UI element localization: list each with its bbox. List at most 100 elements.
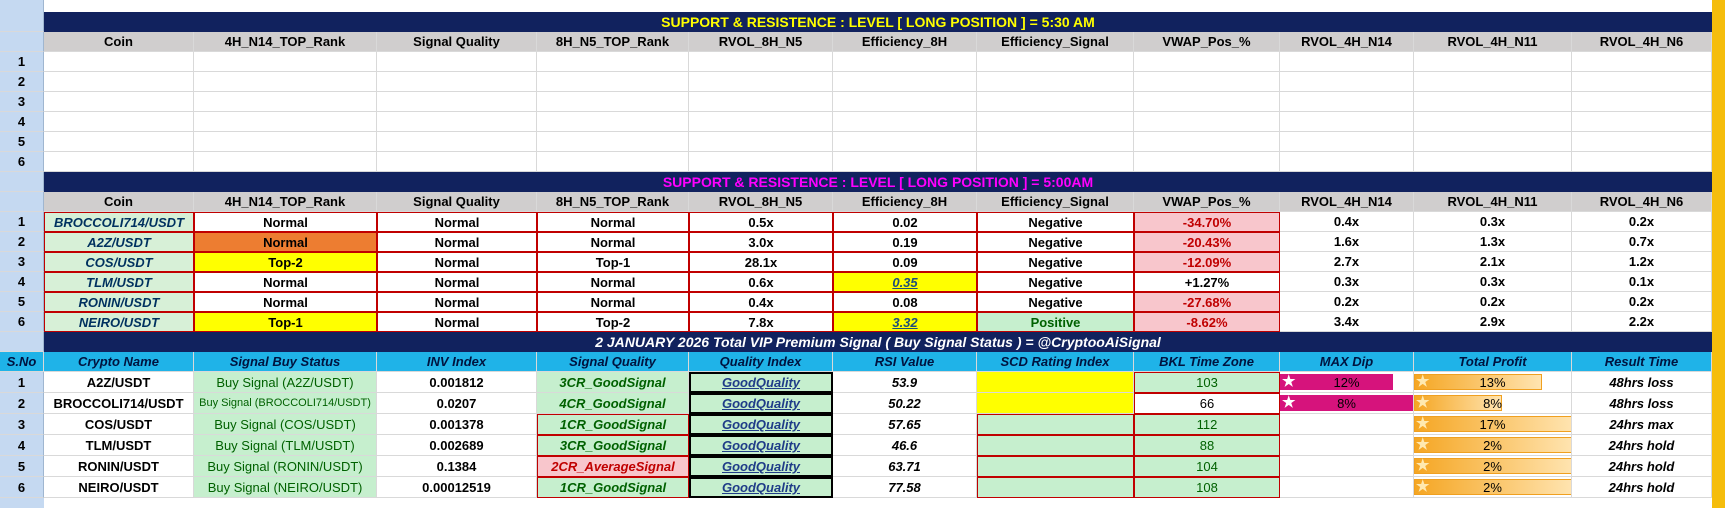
rank-8h-cell[interactable]: Normal bbox=[537, 212, 689, 232]
efficiency-8h-cell[interactable]: 3.32 bbox=[833, 312, 977, 332]
signal-header-bkl-time-zone[interactable]: BKL Time Zone bbox=[1134, 352, 1280, 372]
signal-buy-status[interactable]: Buy Signal (BROCCOLI714/USDT) bbox=[194, 393, 377, 414]
total-profit-cell[interactable]: ★ 2% bbox=[1414, 477, 1572, 498]
empty-cell[interactable] bbox=[689, 92, 833, 112]
empty-cell[interactable] bbox=[689, 72, 833, 92]
max-dip-cell[interactable] bbox=[1280, 477, 1414, 498]
empty-cell[interactable] bbox=[833, 152, 977, 172]
empty-cell[interactable] bbox=[1134, 92, 1280, 112]
empty-cell[interactable] bbox=[1134, 52, 1280, 72]
empty-cell[interactable] bbox=[44, 112, 194, 132]
efficiency-signal-cell[interactable]: Negative bbox=[977, 252, 1134, 272]
column-header-rvol-8h-n5[interactable]: RVOL_8H_N5 bbox=[689, 32, 833, 52]
rvol-4h-n11-cell[interactable]: 0.2x bbox=[1414, 292, 1572, 312]
empty-cell[interactable] bbox=[194, 92, 377, 112]
empty-cell[interactable] bbox=[977, 52, 1134, 72]
empty-cell[interactable] bbox=[1414, 72, 1572, 92]
column-header-8h-n5-top-rank[interactable]: 8H_N5_TOP_Rank bbox=[537, 32, 689, 52]
empty-cell[interactable] bbox=[1134, 132, 1280, 152]
column-header-vwap-pos-[interactable]: VWAP_Pos_% bbox=[1134, 192, 1280, 212]
empty-cell[interactable] bbox=[1414, 52, 1572, 72]
efficiency-signal-cell[interactable]: Negative bbox=[977, 292, 1134, 312]
empty-cell[interactable] bbox=[689, 52, 833, 72]
empty-cell[interactable] bbox=[1572, 152, 1712, 172]
vwap-pos-cell[interactable]: -20.43% bbox=[1134, 232, 1280, 252]
empty-cell[interactable] bbox=[537, 52, 689, 72]
rvol-4h-n11-cell[interactable]: 2.1x bbox=[1414, 252, 1572, 272]
efficiency-8h-cell[interactable]: 0.08 bbox=[833, 292, 977, 312]
empty-cell[interactable] bbox=[194, 112, 377, 132]
empty-cell[interactable] bbox=[833, 92, 977, 112]
rank-4h-cell[interactable]: Top-2 bbox=[194, 252, 377, 272]
vwap-pos-cell[interactable]: -34.70% bbox=[1134, 212, 1280, 232]
rvol-4h-n6-cell[interactable]: 0.2x bbox=[1572, 212, 1712, 232]
empty-cell[interactable] bbox=[377, 52, 537, 72]
inv-index[interactable]: 0.00012519 bbox=[377, 477, 537, 498]
empty-cell[interactable] bbox=[194, 52, 377, 72]
column-header-4h-n14-top-rank[interactable]: 4H_N14_TOP_Rank bbox=[194, 32, 377, 52]
column-header-8h-n5-top-rank[interactable]: 8H_N5_TOP_Rank bbox=[537, 192, 689, 212]
efficiency-signal-cell[interactable]: Negative bbox=[977, 232, 1134, 252]
inv-index[interactable]: 0.002689 bbox=[377, 435, 537, 456]
rvol-8h-cell[interactable]: 0.4x bbox=[689, 292, 833, 312]
efficiency-signal-cell[interactable]: Negative bbox=[977, 272, 1134, 292]
empty-cell[interactable] bbox=[1134, 72, 1280, 92]
signal-header-result-time[interactable]: Result Time bbox=[1572, 352, 1712, 372]
bkl-time-zone[interactable]: 66 bbox=[1134, 393, 1280, 414]
max-dip-cell[interactable]: ★ 8% bbox=[1280, 393, 1414, 414]
empty-cell[interactable] bbox=[537, 92, 689, 112]
efficiency-signal-cell[interactable]: Positive bbox=[977, 312, 1134, 332]
signal-header-quality-index[interactable]: Quality Index bbox=[689, 352, 833, 372]
rank-4h-cell[interactable]: Normal bbox=[194, 212, 377, 232]
max-dip-cell[interactable] bbox=[1280, 414, 1414, 435]
quality-index-link[interactable]: GoodQuality bbox=[689, 393, 833, 414]
signal-buy-status[interactable]: Buy Signal (TLM/USDT) bbox=[194, 435, 377, 456]
rank-8h-cell[interactable]: Normal bbox=[537, 272, 689, 292]
empty-cell[interactable] bbox=[1414, 152, 1572, 172]
signal-buy-status[interactable]: Buy Signal (NEIRO/USDT) bbox=[194, 477, 377, 498]
empty-cell[interactable] bbox=[1572, 132, 1712, 152]
coin-cell[interactable]: TLM/USDT bbox=[44, 272, 194, 292]
signal-header-signal-buy-status[interactable]: Signal Buy Status bbox=[194, 352, 377, 372]
rvol-4h-n6-cell[interactable]: 0.7x bbox=[1572, 232, 1712, 252]
empty-cell[interactable] bbox=[1414, 112, 1572, 132]
column-header-vwap-pos-[interactable]: VWAP_Pos_% bbox=[1134, 32, 1280, 52]
empty-cell[interactable] bbox=[689, 132, 833, 152]
rvol-4h-n14-cell[interactable]: 0.2x bbox=[1280, 292, 1414, 312]
scd-rating-index[interactable] bbox=[977, 393, 1134, 414]
empty-cell[interactable] bbox=[44, 132, 194, 152]
empty-cell[interactable] bbox=[977, 132, 1134, 152]
column-header-rvol-4h-n11[interactable]: RVOL_4H_N11 bbox=[1414, 192, 1572, 212]
max-dip-cell[interactable] bbox=[1280, 456, 1414, 477]
quality-index-link[interactable]: GoodQuality bbox=[689, 477, 833, 498]
signal-buy-status[interactable]: Buy Signal (A2Z/USDT) bbox=[194, 372, 377, 393]
signal-header-s-no[interactable]: S.No bbox=[0, 352, 44, 372]
column-header-rvol-4h-n14[interactable]: RVOL_4H_N14 bbox=[1280, 192, 1414, 212]
bkl-time-zone[interactable]: 108 bbox=[1134, 477, 1280, 498]
empty-cell[interactable] bbox=[689, 152, 833, 172]
rsi-value[interactable]: 50.22 bbox=[833, 393, 977, 414]
rsi-value[interactable]: 63.71 bbox=[833, 456, 977, 477]
total-profit-cell[interactable]: ★ 13% bbox=[1414, 372, 1572, 393]
rank-8h-cell[interactable]: Normal bbox=[537, 292, 689, 312]
rank-4h-cell[interactable]: Normal bbox=[194, 272, 377, 292]
rvol-8h-cell[interactable]: 3.0x bbox=[689, 232, 833, 252]
signal-quality-cell[interactable]: Normal bbox=[377, 232, 537, 252]
total-profit-cell[interactable]: ★ 8% bbox=[1414, 393, 1572, 414]
rvol-4h-n6-cell[interactable]: 2.2x bbox=[1572, 312, 1712, 332]
result-time[interactable]: 24hrs max bbox=[1572, 414, 1712, 435]
empty-cell[interactable] bbox=[194, 152, 377, 172]
signal-buy-status[interactable]: Buy Signal (RONIN/USDT) bbox=[194, 456, 377, 477]
column-header-rvol-4h-n11[interactable]: RVOL_4H_N11 bbox=[1414, 32, 1572, 52]
inv-index[interactable]: 0.0207 bbox=[377, 393, 537, 414]
empty-cell[interactable] bbox=[977, 152, 1134, 172]
scd-rating-index[interactable] bbox=[977, 477, 1134, 498]
efficiency-8h-cell[interactable]: 0.09 bbox=[833, 252, 977, 272]
column-header-rvol-4h-n6[interactable]: RVOL_4H_N6 bbox=[1572, 192, 1712, 212]
rvol-8h-cell[interactable]: 7.8x bbox=[689, 312, 833, 332]
result-time[interactable]: 24hrs hold bbox=[1572, 477, 1712, 498]
empty-cell[interactable] bbox=[1414, 132, 1572, 152]
empty-cell[interactable] bbox=[537, 132, 689, 152]
signal-quality[interactable]: 1CR_GoodSignal bbox=[537, 414, 689, 435]
empty-cell[interactable] bbox=[377, 112, 537, 132]
